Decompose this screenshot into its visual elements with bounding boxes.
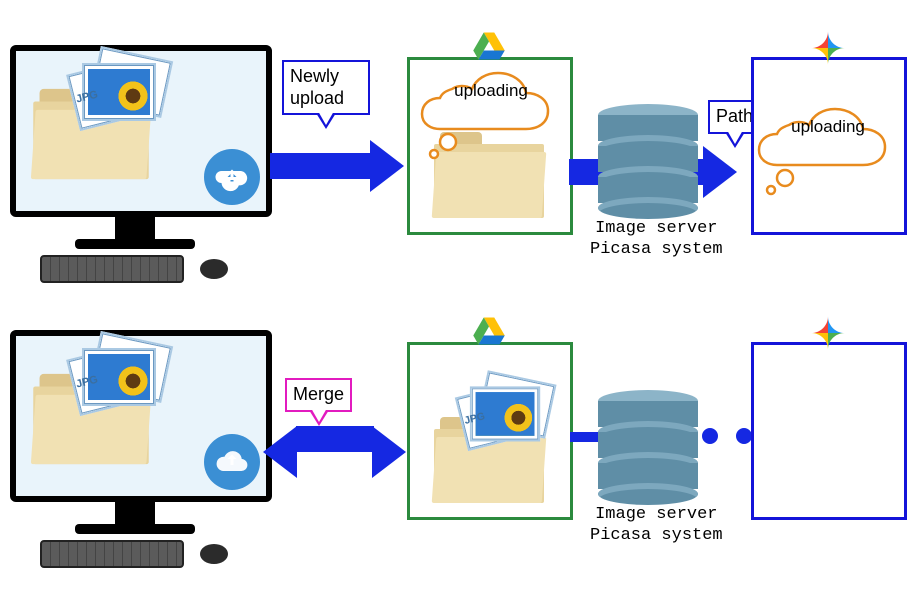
keyboard-icon — [40, 255, 184, 283]
uploading-label-2: uploading — [791, 117, 865, 137]
image-server-caption-1: Image server Picasa system — [590, 218, 723, 261]
google-photos-icon — [808, 28, 848, 68]
monitor-screen: JPG — [10, 45, 272, 217]
callout-newly-upload-text: Newly upload — [290, 66, 344, 108]
callout-newly-upload: Newly upload — [282, 60, 370, 115]
callout-path-text: Path — [716, 106, 753, 126]
keyboard-icon — [40, 540, 184, 568]
cloud-upload-icon — [204, 434, 260, 490]
thought-bubble-2: uploading — [753, 96, 903, 182]
google-photos-container-2 — [751, 342, 907, 520]
google-drive-container-2: JPG — [407, 342, 573, 520]
cloud-upload-icon — [204, 149, 260, 205]
thought-bubble-1: uploading — [416, 60, 566, 146]
desktop-computer-1: JPG — [10, 45, 260, 249]
arrow-newly-upload — [270, 140, 404, 192]
arrow-merge-left — [263, 426, 297, 478]
image-server-caption-2: Image server Picasa system — [590, 504, 723, 547]
google-drive-icon — [469, 28, 509, 64]
callout-merge-text: Merge — [293, 384, 344, 404]
monitor-screen: JPG — [10, 330, 272, 502]
google-photos-icon — [808, 313, 848, 353]
uploading-label-1: uploading — [454, 81, 528, 101]
desktop-computer-2: JPG — [10, 330, 260, 534]
dashed-connector-db-photos — [702, 428, 752, 444]
arrow-merge-right — [372, 426, 406, 478]
dashed-connector-drive-db — [570, 432, 600, 442]
database-icon-1 — [598, 104, 698, 219]
google-drive-icon — [469, 313, 509, 349]
jpg-photo-icon: JPG — [72, 338, 168, 414]
mouse-icon — [200, 259, 228, 279]
mouse-icon — [200, 544, 228, 564]
callout-merge: Merge — [285, 378, 352, 412]
arrow-merge-shaft — [296, 426, 374, 452]
database-icon-2 — [598, 390, 698, 505]
jpg-photo-icon: JPG — [72, 53, 168, 129]
jpg-photo-icon: JPG — [460, 377, 551, 449]
diagram-root: JPG Newly upload — [0, 0, 911, 591]
